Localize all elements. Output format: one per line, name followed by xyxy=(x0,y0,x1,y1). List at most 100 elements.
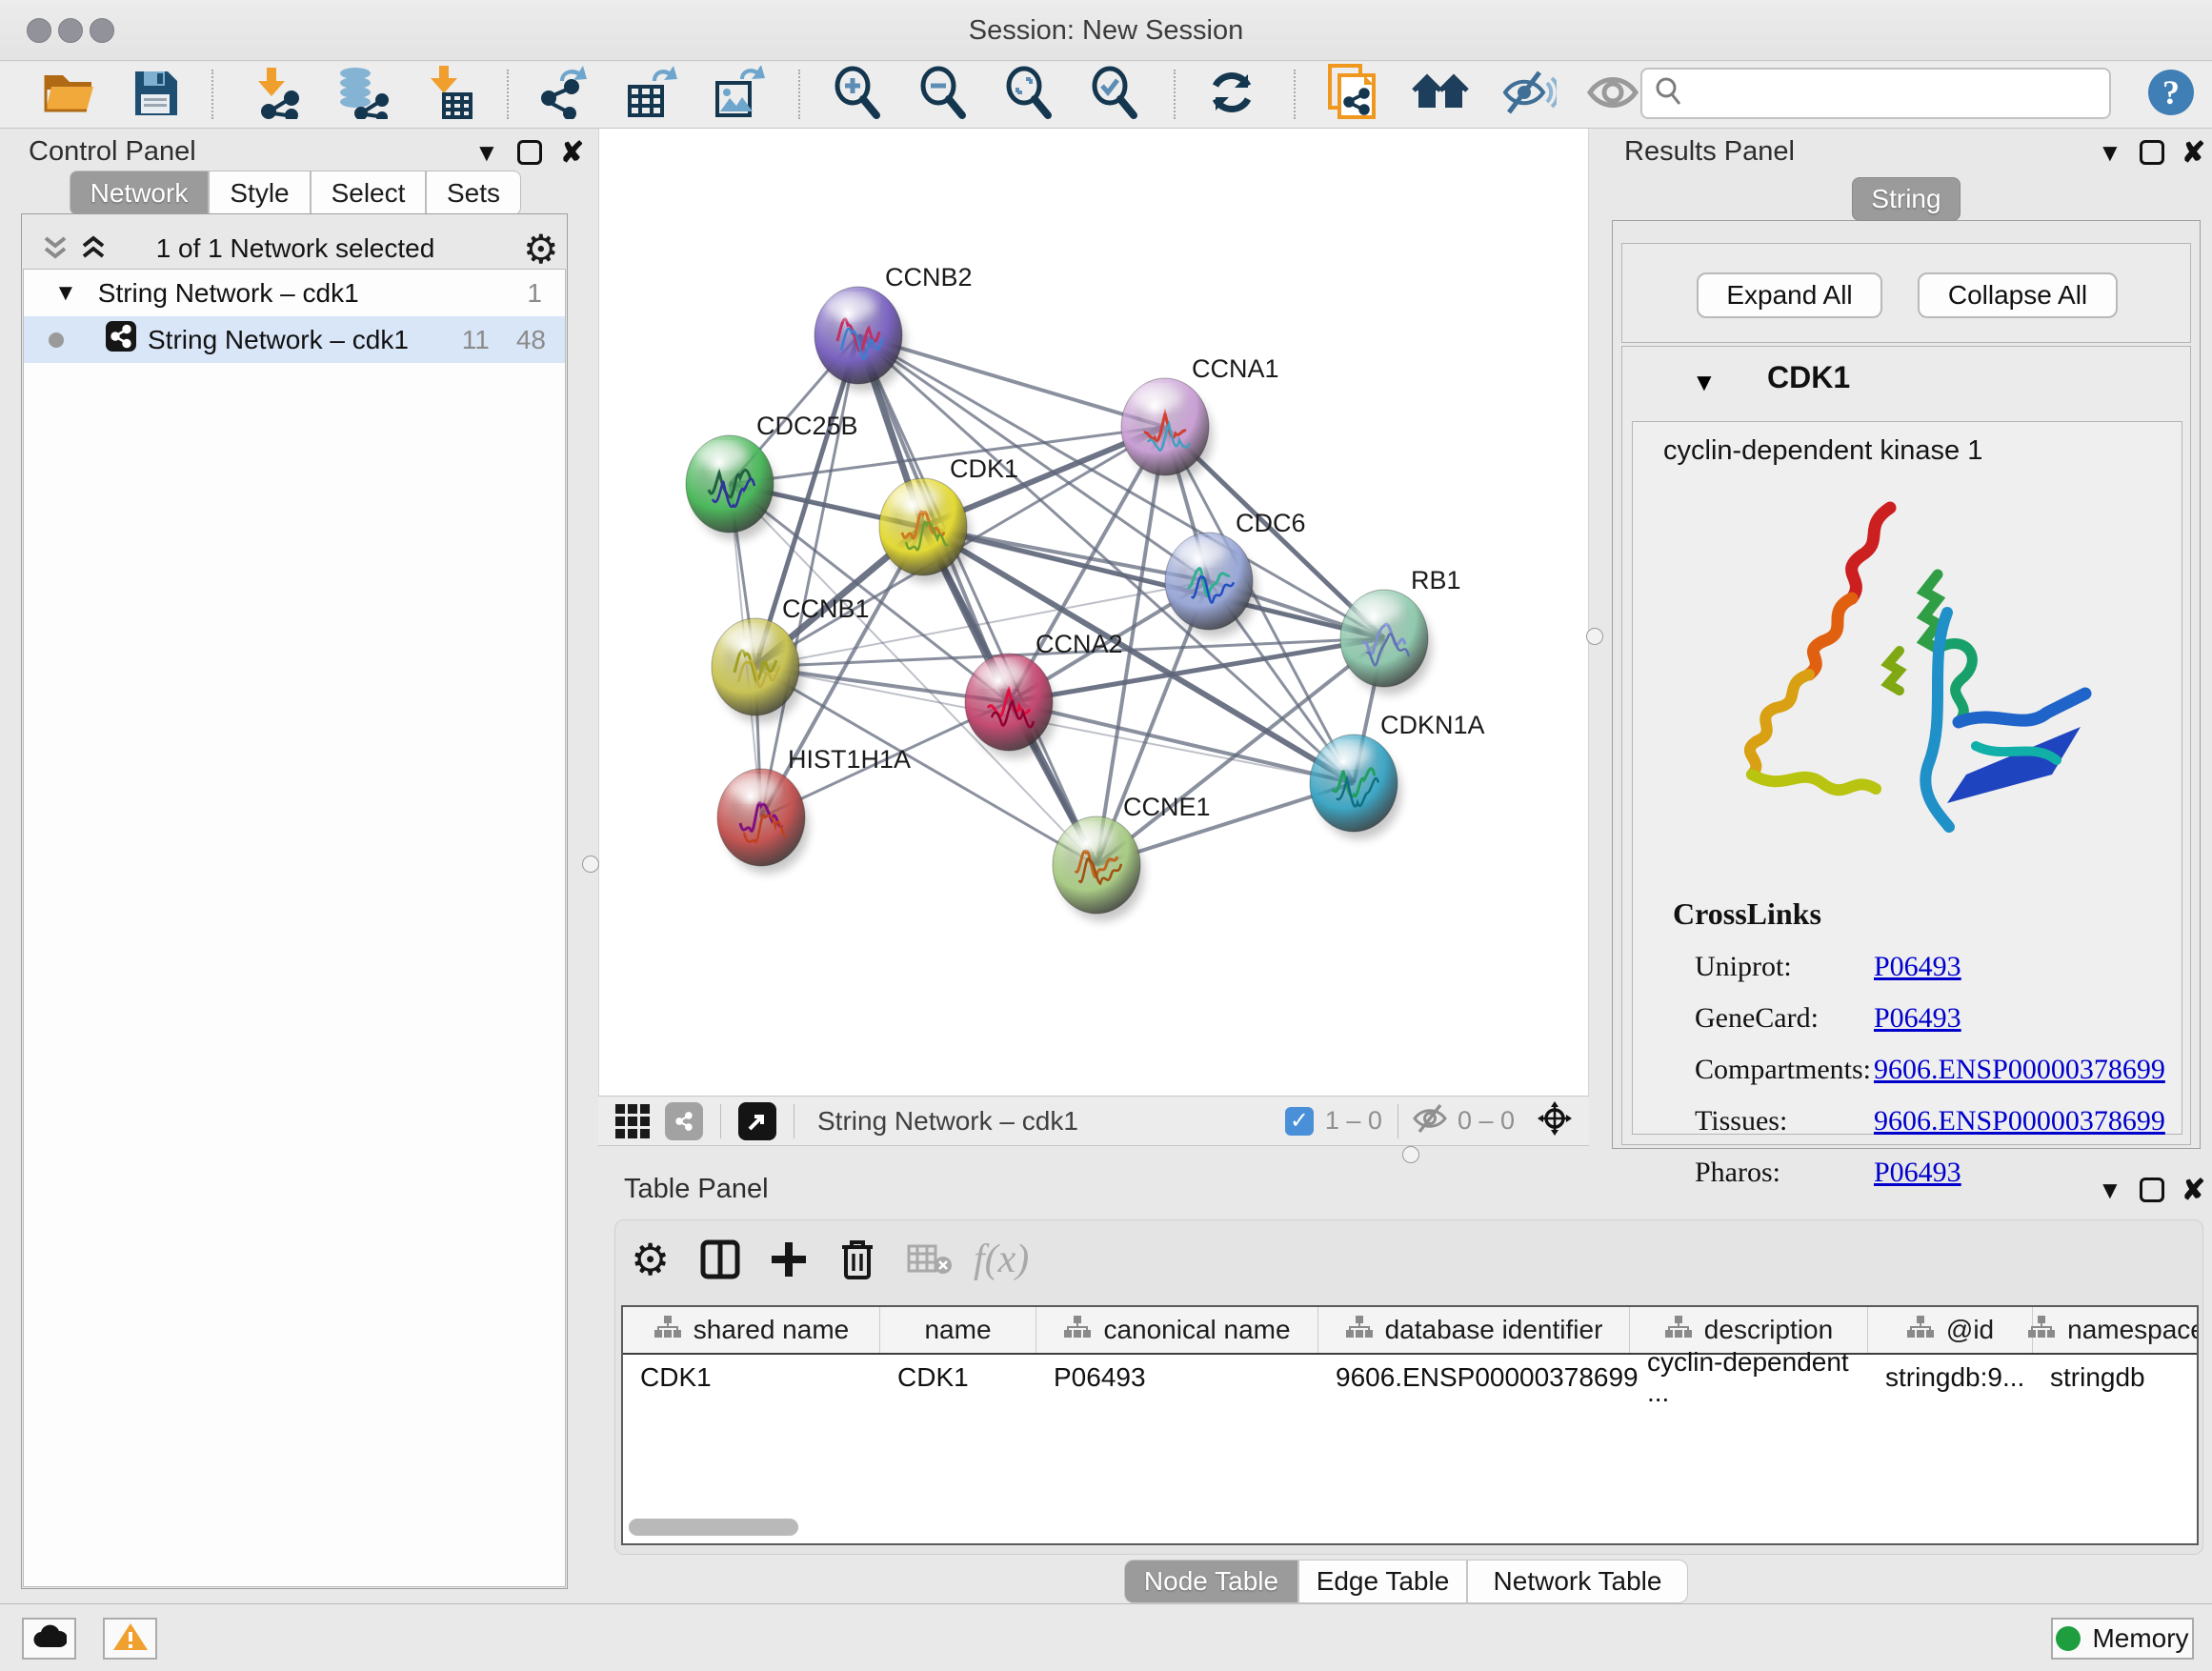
table-horizontal-scrollbar[interactable] xyxy=(629,1519,798,1536)
network-node-CDC25B[interactable]: CDC25B xyxy=(686,412,858,540)
tab-node-table[interactable]: Node Table xyxy=(1124,1560,1298,1603)
string-glass-effect-button[interactable] xyxy=(1499,65,1558,124)
results-panel-float-icon[interactable] xyxy=(2140,140,2164,165)
crosslink-link[interactable]: 9606.ENSP00000378699 xyxy=(1874,1054,2165,1086)
table-cell[interactable]: 9606.ENSP00000378699 xyxy=(1318,1355,1630,1400)
help-button[interactable]: ? xyxy=(2148,70,2194,115)
tab-edge-table[interactable]: Edge Table xyxy=(1298,1560,1467,1603)
table-cell[interactable]: stringdb:9... xyxy=(1868,1355,2033,1400)
crosslink-row: Compartments:9606.ENSP00000378699 xyxy=(1695,1044,2171,1096)
column-header-name[interactable]: name xyxy=(880,1307,1036,1353)
zoom-in-button[interactable] xyxy=(827,65,886,124)
network-node-HIST1H1A[interactable]: HIST1H1A xyxy=(717,745,911,874)
import-table-file-button[interactable] xyxy=(419,65,478,124)
table-panel-close-icon[interactable]: ✘ xyxy=(2182,1174,2205,1207)
collapse-all-button[interactable]: Collapse All xyxy=(1918,272,2118,318)
results-tab-string[interactable]: String xyxy=(1852,177,1961,221)
search-input[interactable] xyxy=(1682,79,2082,109)
table-panel-float-icon[interactable] xyxy=(2140,1178,2164,1202)
control-panel-menu-icon[interactable]: ▼ xyxy=(474,138,499,168)
show-columns-icon[interactable] xyxy=(699,1234,741,1285)
control-panel-close-icon[interactable]: ✘ xyxy=(560,136,584,170)
network-node-RB1[interactable]: RB1 xyxy=(1340,566,1461,695)
column-header-database-identifier[interactable]: database identifier xyxy=(1318,1307,1630,1353)
open-session-button[interactable] xyxy=(40,65,99,124)
network-graph[interactable]: CCNB2CCNA1CDC25BCDK1CDC6RB1CCNB1CCNA2CDK… xyxy=(599,129,1590,1096)
crosslink-link[interactable]: P06493 xyxy=(1874,951,1961,983)
zoom-selected-button[interactable] xyxy=(1084,65,1143,124)
delete-column-trash-icon[interactable] xyxy=(838,1234,876,1285)
import-network-database-button[interactable] xyxy=(332,65,391,124)
birds-eye-view-icon[interactable] xyxy=(615,1104,650,1138)
export-image-button[interactable] xyxy=(709,65,768,124)
refresh-view-button[interactable] xyxy=(1202,65,1261,124)
expand-all-button[interactable]: Expand All xyxy=(1697,272,1882,318)
results-panel-close-icon[interactable]: ✘ xyxy=(2182,136,2205,170)
fit-selected-crosshair-icon[interactable] xyxy=(1536,1099,1574,1142)
network-edge[interactable] xyxy=(1009,702,1354,783)
control-panel-float-icon[interactable] xyxy=(517,140,542,165)
selected-nodes-checkbox-icon[interactable]: ✓ xyxy=(1285,1107,1314,1136)
create-column-plus-icon[interactable] xyxy=(768,1234,810,1285)
table-cell[interactable]: stringdb xyxy=(2033,1355,2199,1400)
tab-network-table[interactable]: Network Table xyxy=(1467,1560,1688,1603)
string-panel-toggle-icon[interactable] xyxy=(665,1102,703,1140)
network-node-CDKN1A[interactable]: CDKN1A xyxy=(1310,711,1485,839)
export-network-button[interactable] xyxy=(533,65,593,124)
table-cell[interactable]: CDK1 xyxy=(880,1355,1036,1400)
import-network-file-button[interactable] xyxy=(246,65,305,124)
network-options-gear-icon[interactable]: ⚙ xyxy=(523,226,559,272)
network-node-CCNE1[interactable]: CCNE1 xyxy=(1053,793,1211,921)
export-table-button[interactable] xyxy=(621,65,680,124)
network-canvas[interactable]: CCNB2CCNA1CDC25BCDK1CDC6RB1CCNB1CCNA2CDK… xyxy=(598,129,1589,1096)
column-header-description[interactable]: description xyxy=(1630,1307,1868,1353)
table-options-gear-icon[interactable]: ⚙ xyxy=(631,1234,670,1285)
table-panel-menu-icon[interactable]: ▼ xyxy=(2098,1176,2122,1205)
import-network-icon xyxy=(248,66,303,124)
network-node-CDC6[interactable]: CDC6 xyxy=(1165,509,1306,637)
memory-button[interactable]: Memory xyxy=(2051,1618,2194,1660)
column-header--id[interactable]: @id xyxy=(1868,1307,2033,1353)
crosslink-link[interactable]: 9606.ENSP00000378699 xyxy=(1874,1105,2165,1137)
table-cell[interactable]: CDK1 xyxy=(623,1355,880,1400)
search-field[interactable] xyxy=(1640,68,2111,119)
hidden-eye-icon[interactable] xyxy=(1412,1103,1448,1138)
cloud-status-button[interactable] xyxy=(22,1618,76,1660)
string-homology-button[interactable] xyxy=(1412,65,1471,124)
network-node-CCNB1[interactable]: CCNB1 xyxy=(712,594,870,723)
open-in-browser-icon[interactable] xyxy=(738,1102,776,1140)
network-node-CCNB2[interactable]: CCNB2 xyxy=(814,263,973,392)
string-labels-button[interactable] xyxy=(1583,65,1642,124)
table-cell[interactable]: cyclin-dependent ... xyxy=(1630,1355,1868,1400)
crosslink-row: GeneCard:P06493 xyxy=(1695,993,2171,1044)
tab-network[interactable]: Network xyxy=(70,171,209,215)
crosslink-link[interactable]: P06493 xyxy=(1874,1002,1961,1035)
entry-collapse-icon[interactable]: ▼ xyxy=(1692,368,1717,397)
node-table[interactable]: shared namenamecanonical namedatabase id… xyxy=(621,1305,2199,1545)
column-type-icon xyxy=(1063,1315,1092,1346)
tab-select[interactable]: Select xyxy=(311,171,426,215)
network-tab-body: 1 of 1 Network selected ⚙ ▼ String Netwo… xyxy=(21,213,568,1589)
column-header-namespace[interactable]: namespace xyxy=(2033,1307,2199,1353)
tab-sets[interactable]: Sets xyxy=(426,171,521,215)
warning-status-button[interactable] xyxy=(103,1618,157,1660)
network-tree-root-row[interactable]: ▼ String Network – cdk1 1 xyxy=(24,270,565,316)
string-import-button[interactable] xyxy=(1322,65,1381,124)
tree-collapse-icon[interactable]: ▼ xyxy=(54,280,77,307)
network-tree-item-row[interactable]: String Network – cdk1 11 48 xyxy=(24,316,565,363)
eye-icon xyxy=(1586,70,1639,120)
network-edge[interactable] xyxy=(858,335,1096,865)
save-session-button[interactable] xyxy=(126,65,185,124)
column-header-shared-name[interactable]: shared name xyxy=(623,1307,880,1353)
table-cell[interactable]: P06493 xyxy=(1036,1355,1318,1400)
zoom-fit-button[interactable] xyxy=(998,65,1057,124)
results-panel-menu-icon[interactable]: ▼ xyxy=(2098,138,2122,168)
tab-style[interactable]: Style xyxy=(209,171,311,215)
column-header-canonical-name[interactable]: canonical name xyxy=(1036,1307,1318,1353)
warning-triangle-icon xyxy=(112,1621,149,1657)
network-node-CCNA1[interactable]: CCNA1 xyxy=(1121,354,1279,483)
network-node-CDK1[interactable]: CDK1 xyxy=(879,454,1018,583)
zoom-out-button[interactable] xyxy=(913,65,972,124)
left-splitter-handle[interactable] xyxy=(582,856,599,873)
table-row[interactable]: CDK1CDK1P064939606.ENSP00000378699cyclin… xyxy=(623,1355,2197,1400)
